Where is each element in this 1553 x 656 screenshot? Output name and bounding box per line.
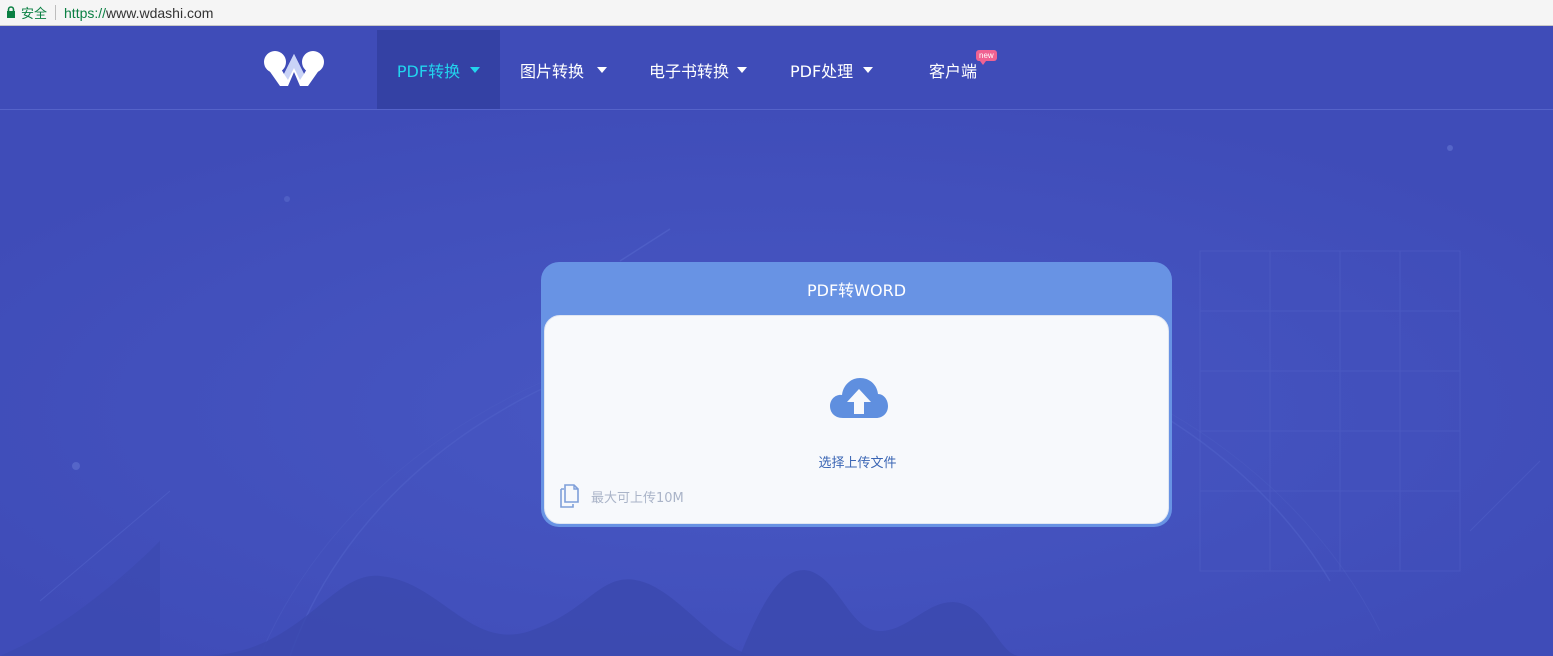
nav-item-label: PDF转换: [396, 61, 461, 81]
upload-dropzone[interactable]: 选择上传文件 最大可上传10M: [544, 315, 1169, 524]
lock-icon: [2, 0, 20, 26]
caret-down-icon: [470, 66, 481, 73]
nav-item-label: PDF处理: [790, 61, 854, 81]
url-protocol: https://: [64, 4, 107, 21]
address-divider: [55, 5, 57, 20]
url-text[interactable]: https://www.wdashi.com: [64, 5, 213, 21]
nav-item-pdf-convert[interactable]: PDF转换: [377, 30, 500, 109]
nav-item-pdf-process[interactable]: PDF处理: [790, 30, 874, 109]
url-host: www.wdashi.com: [106, 4, 214, 21]
choose-file-button[interactable]: 选择上传文件: [545, 452, 1170, 471]
wdashi-logo[interactable]: [262, 48, 326, 90]
size-limit-note: 最大可上传10M: [558, 484, 684, 508]
nav-item-client[interactable]: 客户端: [929, 30, 977, 109]
new-badge: new: [976, 50, 997, 65]
nav-item-image-convert[interactable]: 图片转换: [520, 30, 608, 109]
card-title: PDF转WORD: [806, 281, 907, 300]
caret-down-icon: [863, 66, 874, 73]
size-limit-text: 最大可上传10M: [591, 490, 684, 506]
nav-item-label: 客户端: [929, 61, 978, 81]
nav-item-ebook-convert[interactable]: 电子书转换: [649, 30, 748, 109]
caret-down-icon: [597, 66, 608, 73]
converter-card: PDF转WORD 选择上传文件 最大可上传10M: [541, 262, 1172, 527]
caret-down-icon: [737, 66, 748, 73]
site-navbar: PDF转换 图片转换 电子书转换 PDF处理 客户端: [0, 30, 1553, 110]
secure-label: 安全: [21, 6, 48, 21]
nav-item-label: 图片转换: [520, 61, 585, 81]
cloud-upload-icon[interactable]: [829, 376, 889, 420]
nav-item-label: 电子书转换: [649, 61, 730, 81]
file-copy-icon: [560, 484, 579, 508]
browser-address-bar[interactable]: 安全 https://www.wdashi.com: [0, 0, 1553, 26]
